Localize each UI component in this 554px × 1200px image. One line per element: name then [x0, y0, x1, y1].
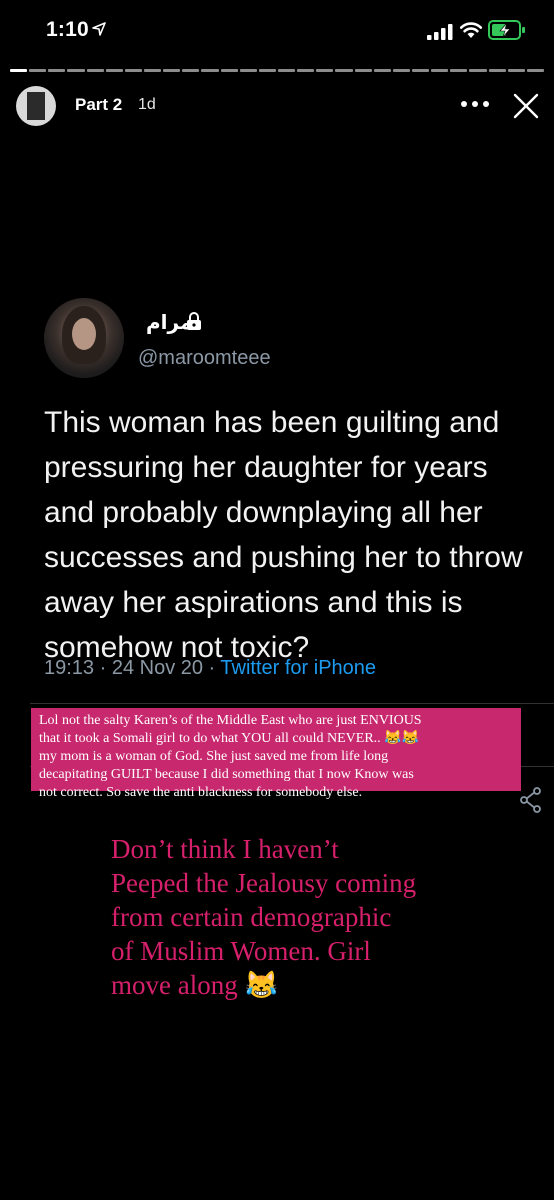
caption-box: Lol not the salty Karen’s of the Middle … — [31, 708, 521, 800]
story-progress-bar — [10, 69, 544, 72]
story-progress-segment — [124, 69, 142, 72]
story-progress-segment — [431, 69, 449, 72]
pink-caption-line: Peeped the Jealousy coming — [111, 868, 417, 898]
caption-line: my mom is a woman of God. She just saved… — [39, 749, 389, 764]
caption-line: decapitating GUILT because I did somethi… — [39, 767, 414, 782]
caption-line: Lol not the salty Karen’s of the Middle … — [39, 713, 422, 728]
pink-caption: Don’t think I haven’t Peeped the Jealous… — [111, 832, 531, 1002]
caption-line: not correct. So save the anti blackness … — [39, 785, 363, 800]
story-progress-segment — [258, 69, 276, 72]
story-progress-segment — [526, 69, 544, 72]
story-progress-segment — [10, 69, 28, 72]
pink-caption-line: Don’t think I haven’t — [111, 834, 339, 864]
story-progress-segment — [488, 69, 506, 72]
story-progress-segment — [29, 69, 47, 72]
story-progress-segment — [201, 69, 219, 72]
pink-caption-line: move along 😹 — [111, 970, 279, 1000]
story-progress-segment — [48, 69, 66, 72]
more-horizontal-icon[interactable] — [460, 100, 490, 108]
share-icon[interactable] — [520, 787, 542, 813]
location-arrow-icon — [92, 22, 106, 36]
story-progress-segment — [373, 69, 391, 72]
story-progress-segment — [316, 69, 334, 72]
story-progress-segment — [239, 69, 257, 72]
story-progress-segment — [86, 69, 104, 72]
cellular-signal-icon — [427, 24, 453, 40]
story-progress-segment — [507, 69, 525, 72]
tweet-timestamp: 19:13 · 24 Nov 20 · — [44, 657, 221, 679]
status-bar: 1:10 — [0, 0, 554, 62]
tweet-divider — [30, 703, 554, 704]
tweet-text: This woman has been guilting and pressur… — [44, 400, 554, 670]
story-progress-segment — [277, 69, 296, 72]
story-progress-segment — [220, 69, 238, 72]
pink-caption-line: of Muslim Women. Girl — [111, 936, 371, 966]
tweet-text-line: away her aspirations and this is — [44, 586, 463, 619]
lock-icon — [187, 312, 201, 330]
tweet-text-line: pressuring her daughter for years — [44, 451, 488, 484]
story-progress-segment — [392, 69, 410, 72]
battery-charging-icon — [488, 20, 525, 40]
story-progress-segment — [450, 69, 468, 72]
tweet-text-line: and probably downplaying all her — [44, 496, 483, 529]
status-time: 1:10 — [46, 18, 89, 41]
story-progress-segment — [163, 69, 181, 72]
story-avatar[interactable] — [16, 86, 56, 126]
story-progress-segment — [67, 69, 85, 72]
tweet-text-line: successes and pushing her to throw — [44, 541, 523, 574]
story-progress-segment — [182, 69, 200, 72]
close-icon[interactable] — [512, 92, 540, 120]
story-progress-segment — [143, 69, 162, 72]
story-progress-segment — [411, 69, 430, 72]
story-progress-segment — [297, 69, 315, 72]
tweet-avatar — [44, 298, 124, 378]
story-progress-segment — [469, 69, 487, 72]
pink-caption-line: from certain demographic — [111, 902, 392, 932]
tweet-handle: @maroomteee — [138, 347, 271, 369]
story-age: 1d — [138, 96, 156, 113]
story-progress-segment — [354, 69, 372, 72]
caption-line: that it took a Somali girl to do what YO… — [39, 731, 420, 746]
tweet-meta: 19:13 · 24 Nov 20 · Twitter for iPhone — [44, 657, 376, 680]
story-title[interactable]: Part 2 — [75, 95, 122, 115]
tweet-text-line: This woman has been guilting and — [44, 406, 500, 439]
tweet-source-link[interactable]: Twitter for iPhone — [220, 657, 376, 679]
wifi-icon — [459, 22, 483, 38]
story-header: Part 2 1d — [0, 84, 554, 128]
story-progress-segment — [335, 69, 353, 72]
story-progress-segment — [105, 69, 123, 72]
